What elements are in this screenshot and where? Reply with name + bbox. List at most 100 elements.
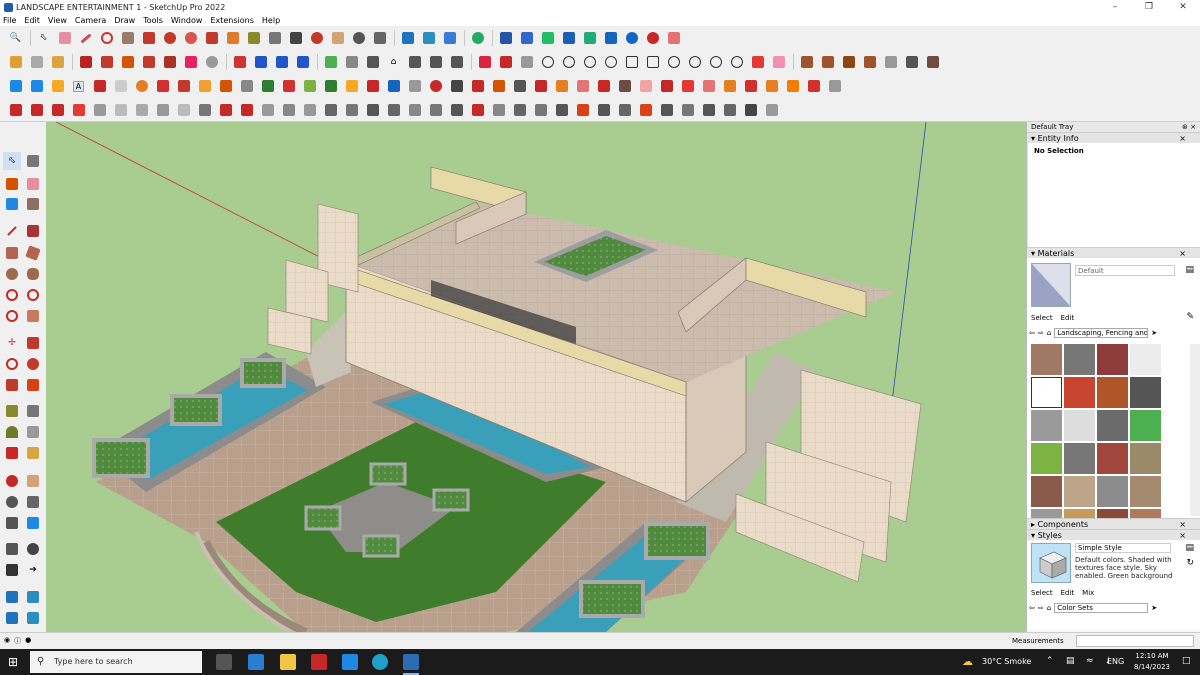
rectangle-tool-button[interactable] — [118, 29, 137, 47]
geo-location-icon[interactable]: ◉ — [4, 636, 10, 646]
components-header[interactable]: ▸ Components × — [1027, 518, 1200, 529]
create-material-icon[interactable]: ▤ — [1185, 265, 1194, 275]
extension-tool-button[interactable] — [804, 77, 823, 95]
extension-tool-button[interactable] — [6, 101, 25, 119]
extension-tool-button[interactable] — [594, 77, 613, 95]
zoom-tool-button[interactable] — [349, 29, 368, 47]
pan-icon[interactable] — [24, 472, 42, 490]
move-tool-button[interactable] — [160, 29, 179, 47]
view-back-icon[interactable] — [405, 53, 424, 71]
extension-tool-button[interactable] — [342, 101, 361, 119]
extension-tool-button[interactable] — [174, 77, 193, 95]
extension-tool-button[interactable] — [552, 77, 571, 95]
solid-tool-button[interactable] — [118, 53, 137, 71]
extension-tool-button[interactable] — [111, 101, 130, 119]
paint-icon[interactable] — [27, 77, 46, 95]
notifications-icon[interactable]: □ — [1182, 656, 1191, 666]
extension-tool-button[interactable] — [573, 101, 592, 119]
extension-tool-button[interactable] — [720, 77, 739, 95]
extension-tool-button[interactable] — [657, 77, 676, 95]
menu-view[interactable]: View — [48, 16, 67, 25]
arc-tool-button[interactable] — [97, 29, 116, 47]
select-arrow-icon[interactable]: ⬁ — [3, 152, 21, 170]
home-icon[interactable]: ⌂ — [1047, 329, 1051, 337]
extension-tool-button[interactable] — [902, 53, 921, 71]
eraser-tool-button[interactable] — [55, 29, 74, 47]
style-name-field[interactable]: Simple Style — [1075, 543, 1171, 553]
pencil-icon[interactable] — [24, 195, 42, 213]
extension-tool-button[interactable] — [538, 29, 557, 47]
extension-tool-button[interactable] — [825, 77, 844, 95]
rotate-icon[interactable] — [3, 355, 21, 373]
paint-bucket-tool-button[interactable] — [286, 29, 305, 47]
circle-icon[interactable] — [3, 265, 21, 283]
extension-tool-button[interactable] — [153, 77, 172, 95]
arc-3pt-icon[interactable] — [3, 307, 21, 325]
details-arrow-icon[interactable]: ➤ — [1151, 329, 1157, 337]
material-swatch[interactable] — [1031, 377, 1062, 408]
material-swatch[interactable] — [1130, 443, 1161, 474]
push-pull-tool-button[interactable] — [139, 29, 158, 47]
extension-tool-button[interactable] — [69, 101, 88, 119]
wifi-icon[interactable]: ≈ — [1086, 656, 1094, 666]
details-arrow-icon[interactable]: ➤ — [1151, 604, 1157, 612]
extension-tool-button[interactable] — [923, 53, 942, 71]
network-icon[interactable]: ▤ — [1066, 656, 1075, 666]
orbit-tool-button[interactable] — [307, 29, 326, 47]
extension-tool-button[interactable] — [237, 101, 256, 119]
extension-tool-button[interactable] — [300, 101, 319, 119]
draw-tool-button[interactable] — [230, 53, 249, 71]
rectangle-icon[interactable] — [3, 244, 21, 262]
extension-tool-button[interactable] — [769, 53, 788, 71]
weather-icon[interactable]: ☁ — [962, 655, 973, 668]
material-swatch[interactable] — [1097, 344, 1128, 375]
solid-tool-button[interactable] — [181, 53, 200, 71]
shape-icon[interactable] — [580, 53, 599, 71]
maximize-button[interactable]: ❐ — [1132, 0, 1166, 14]
calculator-app-icon[interactable] — [248, 654, 264, 670]
dimension-icon[interactable] — [24, 402, 42, 420]
extension-tool-button[interactable] — [489, 101, 508, 119]
extension-tool-button[interactable] — [279, 77, 298, 95]
measurements-input[interactable] — [1076, 635, 1194, 647]
extension-tool-button[interactable] — [496, 29, 515, 47]
close-button[interactable]: ✕ — [1166, 0, 1200, 14]
extension-tool-button[interactable] — [860, 53, 879, 71]
material-swatch[interactable] — [1064, 377, 1095, 408]
draw-tool-button[interactable] — [251, 53, 270, 71]
shape-icon[interactable] — [538, 53, 557, 71]
materials-header[interactable]: ▾ Materials × — [1027, 247, 1200, 258]
redo-icon[interactable] — [643, 29, 662, 47]
extension-tool-button[interactable] — [699, 101, 718, 119]
user-icon[interactable]: ● — [25, 636, 31, 646]
user-icon[interactable] — [468, 29, 487, 47]
styles-header[interactable]: ▾ Styles × — [1027, 529, 1200, 540]
extension-tool-button[interactable] — [615, 77, 634, 95]
sandbox-tool-button[interactable] — [419, 29, 438, 47]
paint-icon[interactable] — [48, 77, 67, 95]
update-style-icon[interactable]: ↻ — [1186, 558, 1194, 568]
component-icon[interactable] — [6, 53, 25, 71]
tab-select[interactable]: Select — [1031, 589, 1053, 597]
solid-tool-button[interactable] — [76, 53, 95, 71]
pan-tool-button[interactable] — [328, 29, 347, 47]
search-icon[interactable]: 🔍 — [6, 29, 25, 47]
xray-icon[interactable] — [475, 53, 494, 71]
extension-tool-button[interactable] — [426, 77, 445, 95]
menu-edit[interactable]: Edit — [24, 16, 40, 25]
pencil-icon[interactable] — [496, 53, 515, 71]
rotate-tool-button[interactable] — [181, 29, 200, 47]
extension-tool-button[interactable] — [195, 101, 214, 119]
material-swatch[interactable] — [1097, 410, 1128, 441]
zoom-extents-icon[interactable] — [3, 514, 21, 532]
paint-bucket-icon[interactable] — [3, 175, 21, 193]
previous-view-icon[interactable] — [24, 514, 42, 532]
material-swatch[interactable] — [1130, 344, 1161, 375]
material-swatch[interactable] — [1064, 476, 1095, 507]
view-top-icon[interactable] — [342, 53, 361, 71]
scale-icon[interactable] — [3, 376, 21, 394]
material-swatch[interactable] — [1130, 377, 1161, 408]
material-swatch[interactable] — [1031, 410, 1062, 441]
extension-tool-button[interactable] — [748, 53, 767, 71]
make-component-icon[interactable] — [24, 152, 42, 170]
